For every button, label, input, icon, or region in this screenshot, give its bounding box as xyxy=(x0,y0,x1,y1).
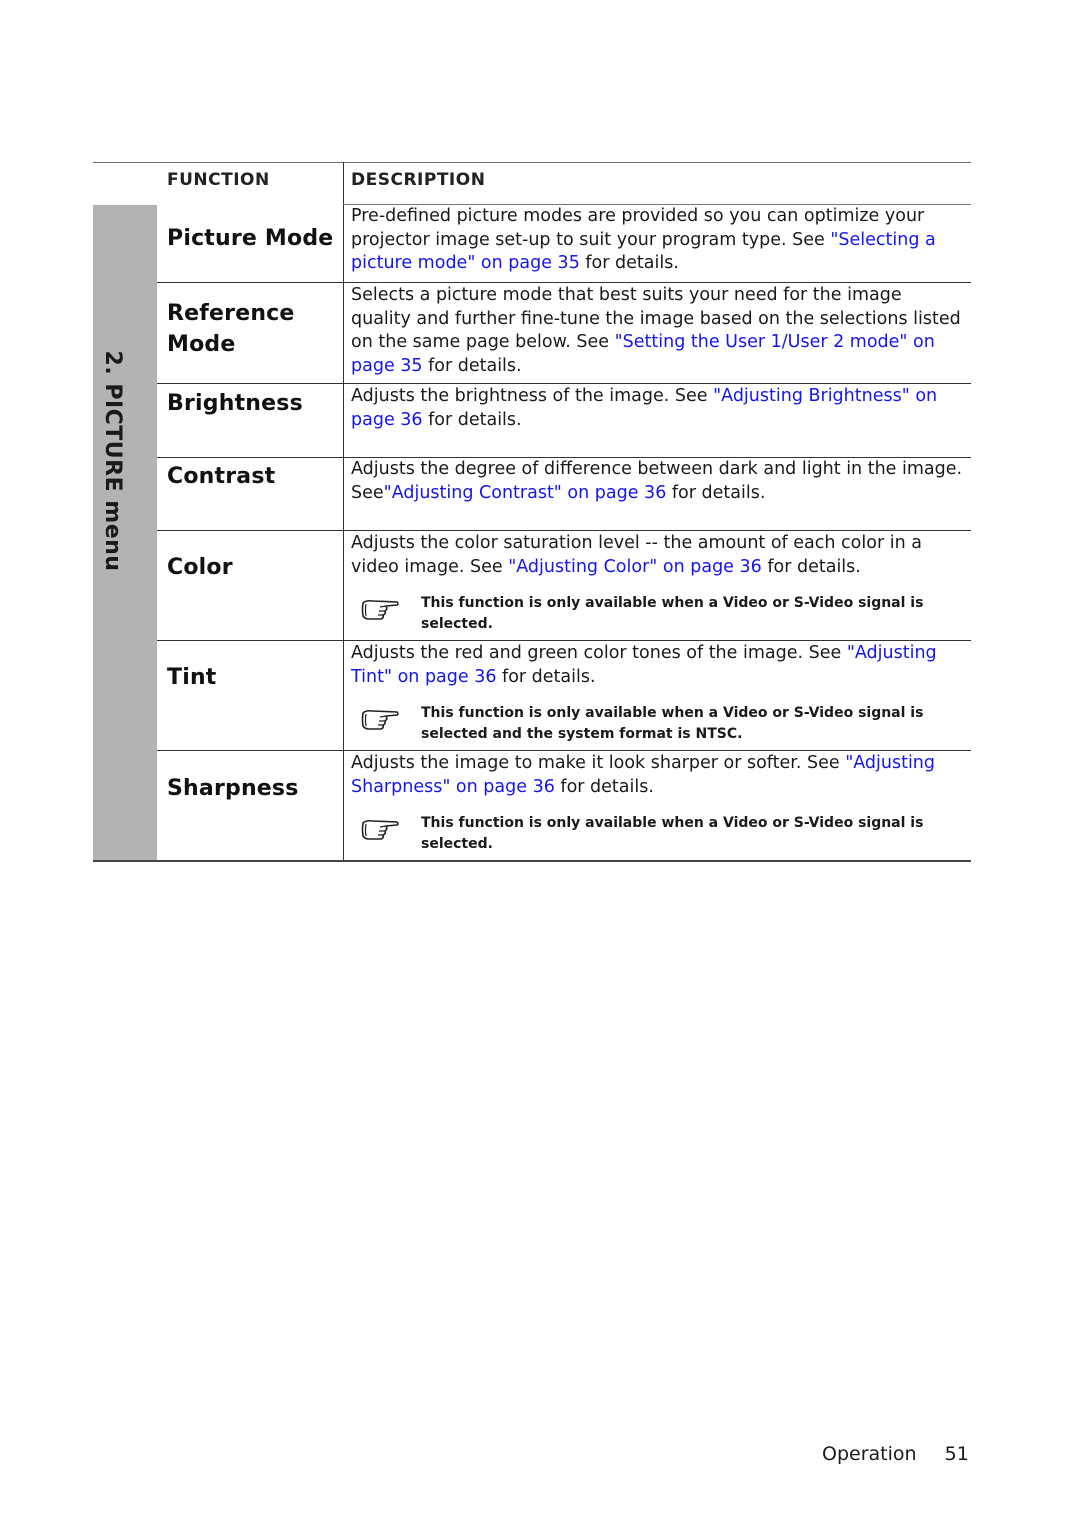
section-tab-label: 2. PICTURE menu xyxy=(100,350,125,572)
header-description: DESCRIPTION xyxy=(351,170,486,190)
description-text: for details. xyxy=(422,355,522,376)
table-row: Brightness Adjusts the brightness of the… xyxy=(157,384,971,457)
row-description: Adjusts the degree of difference between… xyxy=(351,458,963,505)
note-callout: This function is only available when a V… xyxy=(351,593,963,633)
function-name-line: Reference xyxy=(167,301,295,326)
function-name: Color xyxy=(167,555,233,580)
note-text: This function is only available when a V… xyxy=(421,815,924,852)
function-name: Brightness xyxy=(167,391,303,416)
note-callout: This function is only available when a V… xyxy=(351,703,963,743)
pointing-hand-icon xyxy=(361,709,399,730)
row-description: Adjusts the brightness of the image. See… xyxy=(351,385,963,432)
function-name-line: Mode xyxy=(167,332,236,357)
row-description: Selects a picture mode that best suits y… xyxy=(351,284,963,378)
row-description: Adjusts the color saturation level -- th… xyxy=(351,532,963,579)
function-name: Tint xyxy=(167,665,217,690)
table-header-row: FUNCTION DESCRIPTION xyxy=(93,162,971,204)
table-bottom-rule xyxy=(93,860,971,862)
description-text: for details. xyxy=(496,666,596,687)
table-row: Sharpness Adjusts the image to make it l… xyxy=(157,751,971,860)
table-row: Color Adjusts the color saturation level… xyxy=(157,531,971,640)
pointing-hand-icon xyxy=(361,819,399,840)
description-text: for details. xyxy=(579,253,679,273)
function-name: Picture Mode xyxy=(167,226,334,251)
table-row: Reference Mode Selects a picture mode th… xyxy=(157,283,971,383)
row-description: Adjusts the image to make it look sharpe… xyxy=(351,752,963,799)
function-name: Reference Mode xyxy=(167,298,295,360)
function-name: Sharpness xyxy=(167,776,299,801)
cross-reference-link[interactable]: "Adjusting Color" on page 36 xyxy=(508,557,762,577)
pointing-hand-icon xyxy=(361,599,399,620)
description-text: for details. xyxy=(761,556,861,577)
row-description: Adjusts the red and green color tones of… xyxy=(351,642,963,689)
section-side-tab: 2. PICTURE menu xyxy=(93,205,157,861)
description-text: for details. xyxy=(666,482,766,503)
description-text: Adjusts the brightness of the image. See xyxy=(351,386,714,406)
description-text: for details. xyxy=(554,776,654,797)
description-text: Adjusts the red and green color tones of… xyxy=(351,643,847,663)
note-callout: This function is only available when a V… xyxy=(351,813,963,853)
note-text: This function is only available when a V… xyxy=(421,705,924,742)
table-row: Contrast Adjusts the degree of differenc… xyxy=(157,458,971,530)
description-text: Adjusts the image to make it look sharpe… xyxy=(351,753,846,773)
table-row: Picture Mode Pre-defined picture modes a… xyxy=(157,205,971,283)
function-name: Contrast xyxy=(167,464,276,489)
page-number: 51 xyxy=(944,1443,969,1465)
description-text: for details. xyxy=(422,409,522,430)
note-text: This function is only available when a V… xyxy=(421,595,924,632)
table-row: Tint Adjusts the red and green color ton… xyxy=(157,641,971,750)
row-description: Pre-defined picture modes are provided s… xyxy=(351,205,963,276)
header-function: FUNCTION xyxy=(167,170,270,190)
cross-reference-link[interactable]: "Adjusting Contrast" on page 36 xyxy=(384,483,667,503)
page-footer: Operation 51 xyxy=(822,1443,969,1465)
footer-section-name: Operation xyxy=(822,1443,917,1465)
